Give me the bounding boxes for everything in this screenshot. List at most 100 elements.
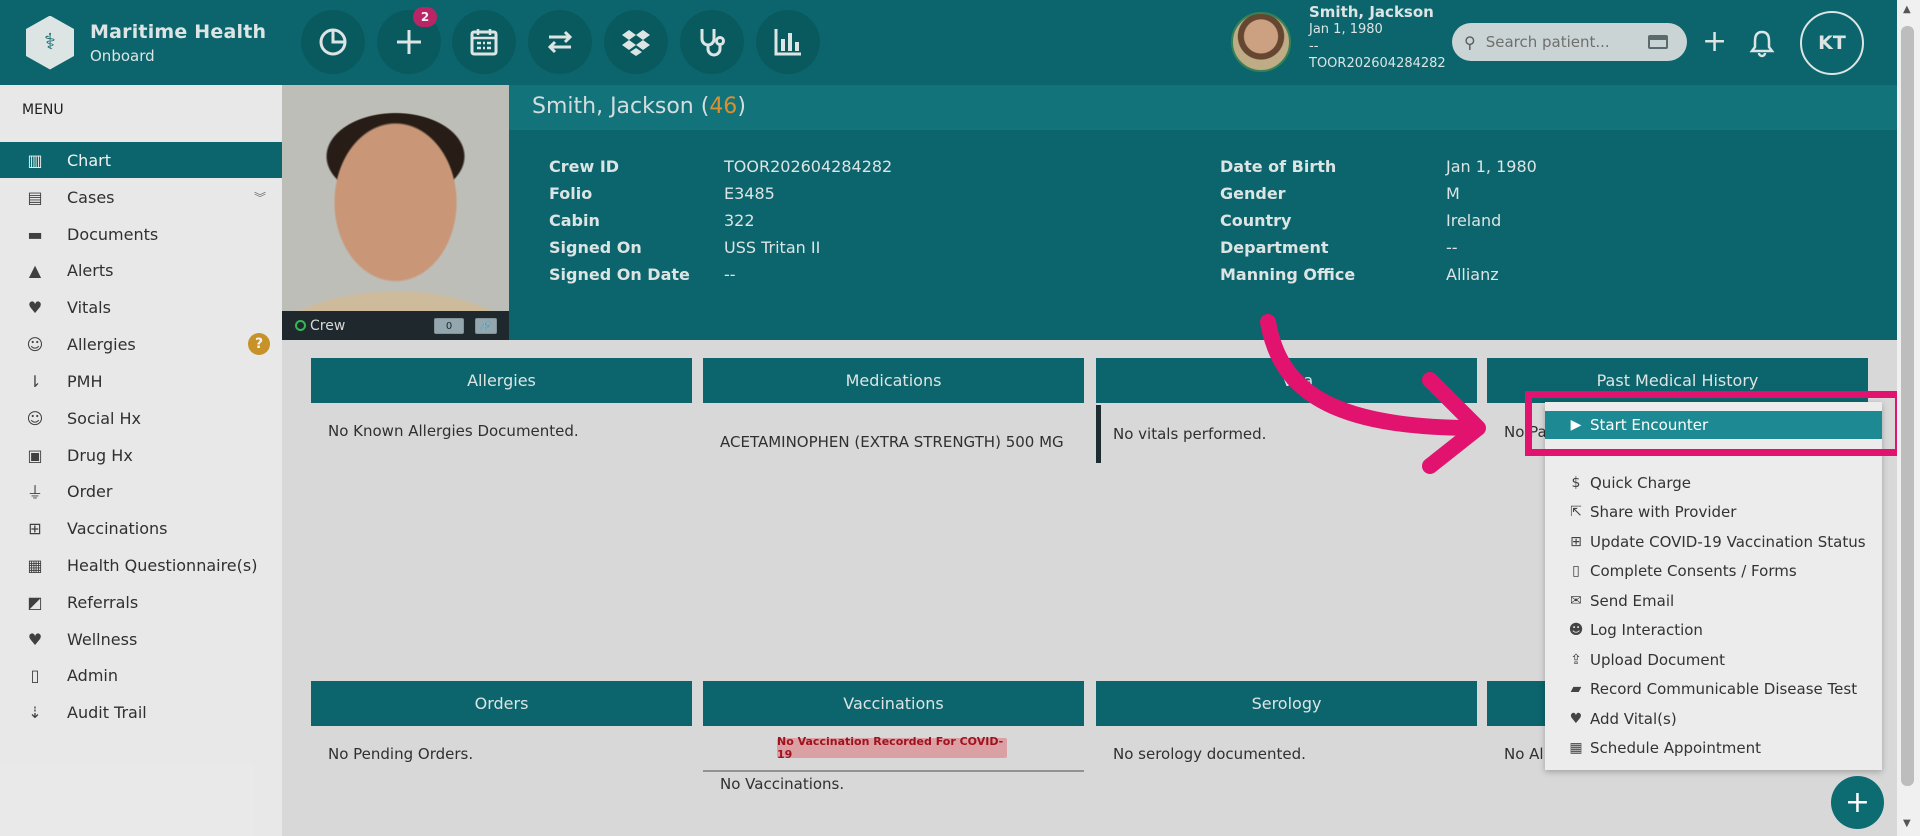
- patient-name: Smith, Jackson: [532, 94, 694, 119]
- search-icon: ⚲: [1464, 32, 1476, 52]
- medkit-icon: ▣: [27, 445, 43, 465]
- vaccinations-card-header[interactable]: Vaccinations: [703, 681, 1084, 726]
- field-value: M: [1446, 184, 1460, 203]
- exchange-icon: [547, 30, 573, 54]
- field-value: 322: [724, 211, 755, 230]
- sidebar-item-chart[interactable]: ▥ Chart: [0, 142, 282, 178]
- link-icon[interactable]: 🔗: [475, 318, 497, 334]
- actions-dropdown: $ Quick Charge ⇱ Share with Provider ⊞ Upda…: [1545, 402, 1882, 770]
- patient-avatar[interactable]: [1231, 12, 1291, 72]
- sort-icon: ⇂: [28, 371, 42, 391]
- menu-item-update-covid-vaccination[interactable]: ⊞ Update COVID-19 Vaccination Status: [1545, 528, 1882, 555]
- patient-age: 46: [709, 94, 738, 119]
- quick-add-icon[interactable]: +: [1702, 24, 1727, 60]
- orders-card-header[interactable]: Orders: [311, 681, 692, 726]
- field-value: E3485: [724, 184, 775, 203]
- scroll-down-icon[interactable]: ▼: [1903, 818, 1911, 829]
- orders-card: No Pending Orders.: [311, 726, 692, 836]
- medications-card-header[interactable]: Medications: [703, 358, 1084, 403]
- calendar-icon: ▦: [1569, 739, 1583, 756]
- menu-item-quick-charge[interactable]: $ Quick Charge: [1545, 469, 1882, 496]
- serology-card-header[interactable]: Serology: [1096, 681, 1477, 726]
- fourth-card-text: No Al: [1504, 745, 1544, 763]
- sidebar-item-pmh[interactable]: ⇂ PMH: [0, 363, 282, 399]
- menu-item-log-interaction[interactable]: ☻ Log Interaction: [1545, 616, 1882, 643]
- list-icon: ▦: [27, 555, 43, 575]
- share-icon: ◩: [27, 592, 43, 612]
- menu-item-add-vitals[interactable]: ♥ Add Vital(s): [1545, 705, 1882, 732]
- folder-icon: ▬: [27, 224, 43, 244]
- sidebar-item-vitals[interactable]: ♥ Vitals: [0, 289, 282, 325]
- header-patient-info[interactable]: Smith, Jackson Jan 1, 1980 -- TOOR202604…: [1309, 4, 1446, 72]
- stethoscope-icon: [700, 29, 725, 57]
- sidebar-item-allergies[interactable]: ☺ Allergies ?: [0, 326, 282, 362]
- menu-item-send-email[interactable]: ✉ Send Email: [1545, 587, 1882, 614]
- clinical-button[interactable]: [680, 10, 744, 74]
- dollar-icon: $: [1571, 474, 1581, 491]
- dashboard-button[interactable]: [301, 10, 365, 74]
- brand-logo-icon: ⚕: [26, 15, 74, 70]
- patient-demographics: [509, 130, 1897, 340]
- sidebar-item-documents[interactable]: ▬ Documents: [0, 216, 282, 252]
- allergies-card-header[interactable]: Allergies: [311, 358, 692, 403]
- plus-square-icon: ⊞: [1570, 533, 1582, 550]
- sidebar-item-order[interactable]: ⏚ Order: [0, 473, 282, 509]
- sidebar-item-cases[interactable]: ▤ Cases ︾: [0, 179, 282, 215]
- floating-add-button[interactable]: +: [1831, 776, 1884, 829]
- medication-item: ACETAMINOPHEN (EXTRA STRENGTH) 500 MG: [720, 433, 1064, 451]
- field-label: Country: [1220, 211, 1292, 230]
- patient-title-bar: Smith, Jackson (46): [509, 85, 1897, 130]
- patient-search[interactable]: ⚲: [1452, 23, 1687, 61]
- sidebar-item-alerts[interactable]: ▲ Alerts: [0, 252, 282, 288]
- heart-icon: ♥: [27, 297, 43, 317]
- menu-item-schedule-appointment[interactable]: ▦ Schedule Appointment: [1545, 734, 1882, 761]
- scroll-up-icon[interactable]: ▲: [1903, 4, 1911, 15]
- field-label: Signed On Date: [549, 265, 690, 284]
- covid-status-badge: No Vaccination Recorded For COVID-19: [777, 735, 1007, 761]
- share-icon: ⇱: [1570, 503, 1582, 520]
- heart-icon: ♥: [1569, 710, 1583, 727]
- menu-item-upload-document[interactable]: ⇪ Upload Document: [1545, 646, 1882, 673]
- menu-item-record-disease-test[interactable]: ▰ Record Communicable Disease Test: [1545, 675, 1882, 702]
- header-patient-crew-id: TOOR202604284282: [1309, 56, 1446, 71]
- scrollbar[interactable]: ▲ ▼: [1897, 0, 1920, 836]
- dropbox-button[interactable]: [604, 10, 668, 74]
- brand-name: Maritime Health: [90, 20, 267, 43]
- sidebar-item-health-questionnaires[interactable]: ▦ Health Questionnaire(s): [0, 547, 282, 583]
- field-label: Department: [1220, 238, 1329, 257]
- brand[interactable]: ⚕ Maritime Health Onboard: [0, 0, 282, 85]
- notification-badge: 2: [413, 7, 437, 27]
- field-value: Allianz: [1446, 265, 1499, 284]
- sidebar-item-vaccinations[interactable]: ⊞ Vaccinations: [0, 510, 282, 546]
- menu-item-share-with-provider[interactable]: ⇱ Share with Provider: [1545, 498, 1882, 525]
- sidebar-item-referrals[interactable]: ◩ Referrals: [0, 584, 282, 620]
- add-button[interactable]: 2: [377, 7, 441, 74]
- flask-icon: ⏚: [26, 483, 43, 502]
- sidebar-item-admin[interactable]: ▯ Admin: [0, 657, 282, 693]
- pie-chart-icon: [319, 28, 347, 56]
- sidebar-item-social-hx[interactable]: ☺ Social Hx: [0, 400, 282, 436]
- allergies-text: No Known Allergies Documented.: [328, 422, 579, 440]
- scroll-thumb[interactable]: [1901, 26, 1914, 786]
- menu-item-complete-consents[interactable]: ▯ Complete Consents / Forms: [1545, 557, 1882, 584]
- user-avatar[interactable]: KT: [1800, 11, 1864, 75]
- share-count-chip[interactable]: 0: [434, 318, 464, 334]
- header-patient-extra: --: [1309, 39, 1319, 54]
- card-scan-icon[interactable]: [1647, 35, 1668, 49]
- heartbeat-icon: ♥: [27, 629, 43, 649]
- calendar-button[interactable]: [452, 10, 516, 74]
- bell-icon[interactable]: [1747, 28, 1777, 58]
- transfer-button[interactable]: [528, 10, 592, 74]
- help-icon[interactable]: ?: [248, 333, 270, 355]
- sidebar-item-wellness[interactable]: ♥ Wellness: [0, 621, 282, 657]
- sidebar-item-drug-hx[interactable]: ▣ Drug Hx: [0, 437, 282, 473]
- search-input[interactable]: [1485, 33, 1646, 51]
- patient-photo: [282, 85, 509, 340]
- chevron-down-icon[interactable]: ︾: [254, 189, 266, 206]
- sidebar-item-audit-trail[interactable]: ⇣ Audit Trail: [0, 694, 282, 730]
- file-icon: ▯: [30, 665, 40, 685]
- reports-button[interactable]: [756, 10, 820, 74]
- field-value: Ireland: [1446, 211, 1502, 230]
- field-label: Signed On: [549, 238, 642, 257]
- plus-square-icon: ⊞: [28, 518, 42, 538]
